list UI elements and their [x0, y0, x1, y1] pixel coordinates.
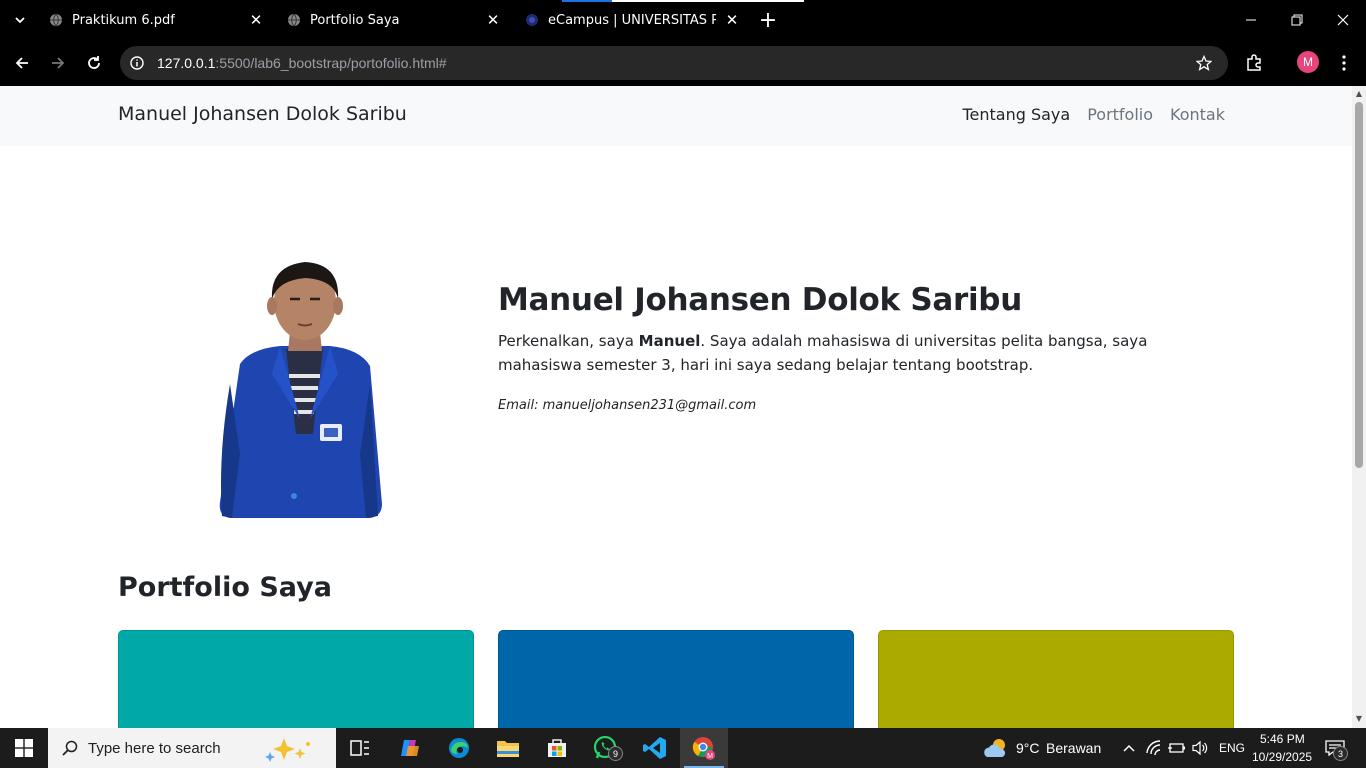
url-path: :5500/lab6_bootstrap/portofolio.html# [215, 55, 447, 71]
tab-search-chevron-icon[interactable] [8, 8, 32, 32]
whatsapp-unread-badge: 9 [608, 746, 623, 761]
tab-praktikum-pdf[interactable]: Praktikum 6.pdf ✕ [44, 0, 276, 40]
hero-intro-paragraph: Perkenalkan, saya Manuel. Saya adalah ma… [498, 329, 1198, 377]
close-window-button[interactable] [1320, 0, 1366, 40]
clock-date[interactable]: 10/29/2025 [1252, 750, 1312, 764]
portfolio-card-3[interactable] [878, 630, 1234, 728]
address-bar[interactable]: 127.0.0.1:5500/lab6_bootstrap/portofolio… [120, 46, 1228, 80]
profile-avatar[interactable]: M [1297, 51, 1319, 73]
windows-logo-icon [15, 739, 33, 757]
page-scrollbar[interactable]: ▲ ▼ [1352, 86, 1366, 728]
more-menu-icon[interactable] [1332, 51, 1356, 75]
minimize-button[interactable] [1228, 0, 1274, 40]
navbar-brand[interactable]: Manuel Johansen Dolok Saribu [118, 103, 407, 125]
profile-photo [219, 262, 382, 518]
taskbar-search-box[interactable]: Type here to search [48, 728, 336, 768]
chrome-app[interactable]: M [680, 728, 728, 768]
search-icon [62, 740, 78, 756]
windows-taskbar: Type here to search 9 M 9°C Berawan ENG … [0, 728, 1366, 768]
scroll-down-arrow-icon[interactable]: ▼ [1354, 714, 1364, 724]
ecampus-logo-icon [526, 14, 538, 26]
vscode-app[interactable] [631, 728, 679, 768]
portfolio-card-1[interactable] [118, 630, 474, 728]
browser-toolbar: 127.0.0.1:5500/lab6_bootstrap/portofolio… [0, 40, 1366, 86]
microsoft-store-app[interactable] [533, 728, 581, 768]
clock-time[interactable]: 5:46 PM [1260, 732, 1305, 746]
edge-icon [449, 738, 469, 758]
portfolio-section-title: Portfolio Saya [118, 572, 332, 603]
back-button[interactable] [10, 51, 34, 75]
copilot-sparkle-icon [265, 738, 310, 762]
task-view-button[interactable] [336, 728, 384, 768]
weather-widget[interactable]: 9°C Berawan [982, 728, 1102, 768]
folder-icon [497, 741, 519, 757]
close-tab-icon[interactable]: ✕ [484, 11, 502, 29]
store-icon [548, 739, 566, 757]
new-tab-button[interactable]: + [758, 0, 778, 40]
weather-temp: 9°C [1016, 740, 1040, 756]
vscode-icon [643, 737, 666, 759]
copilot-icon [401, 740, 419, 756]
intro-text-start: Perkenalkan, saya [498, 332, 639, 350]
file-explorer-app[interactable] [484, 728, 532, 768]
battery-icon[interactable] [1168, 741, 1186, 755]
edge-app[interactable] [435, 728, 483, 768]
hero-name-heading: Manuel Johansen Dolok Saribu [498, 282, 1022, 318]
wifi-icon[interactable] [1146, 740, 1162, 756]
close-tab-icon[interactable]: ✕ [723, 11, 741, 29]
globe-icon [288, 13, 300, 27]
hero-email: Email: manueljohansen231@gmail.com [498, 398, 757, 413]
chrome-icon: M [692, 737, 715, 760]
task-view-icon [350, 740, 369, 756]
weather-desc: Berawan [1046, 740, 1102, 756]
nav-links: Tentang Saya Portfolio Kontak [962, 105, 1225, 124]
close-tab-icon[interactable]: ✕ [247, 11, 265, 29]
web-page: Manuel Johansen Dolok Saribu Tentang Say… [0, 86, 1352, 728]
bookmark-star-icon[interactable] [1196, 55, 1212, 71]
tab-strip: Praktikum 6.pdf ✕ Portfolio Saya ✕ eCamp… [0, 0, 1366, 40]
tab-title: Praktikum 6.pdf [72, 12, 175, 28]
extensions-icon[interactable] [1242, 51, 1266, 75]
notification-count-badge: 3 [1333, 746, 1348, 761]
show-hidden-icons-chevron-icon[interactable] [1122, 742, 1136, 754]
globe-icon [50, 13, 62, 27]
intro-name-bold: Manuel [638, 332, 701, 350]
nav-link-kontak[interactable]: Kontak [1170, 105, 1225, 124]
tab-ecampus[interactable]: eCampus | UNIVERSITAS PELITA ✕ [520, 0, 750, 40]
tab-title: eCampus | UNIVERSITAS PELITA [548, 12, 716, 28]
start-button[interactable] [0, 728, 48, 768]
svg-text:M: M [707, 753, 713, 760]
tab-portfolio-saya[interactable]: Portfolio Saya ✕ [282, 0, 514, 40]
portfolio-card-2[interactable] [498, 630, 854, 728]
forward-button[interactable] [46, 51, 70, 75]
site-navbar: Manuel Johansen Dolok Saribu Tentang Say… [0, 86, 1352, 144]
search-placeholder: Type here to search [88, 740, 221, 757]
url-host: 127.0.0.1 [157, 55, 216, 71]
reload-button[interactable] [82, 51, 106, 75]
volume-icon[interactable] [1192, 740, 1208, 756]
cloudy-weather-icon [984, 739, 1006, 757]
whatsapp-app[interactable]: 9 [582, 728, 630, 768]
copilot-app[interactable] [386, 728, 434, 768]
plus-icon: + [758, 7, 778, 33]
url-text[interactable]: 127.0.0.1:5500/lab6_bootstrap/portofolio… [157, 55, 447, 71]
tab-title: Portfolio Saya [310, 12, 400, 28]
nav-link-portfolio[interactable]: Portfolio [1087, 105, 1153, 124]
scroll-up-arrow-icon[interactable]: ▲ [1354, 89, 1364, 99]
scrollbar-thumb[interactable] [1355, 102, 1363, 468]
nav-link-tentang-saya[interactable]: Tentang Saya [962, 105, 1070, 124]
restore-button[interactable] [1274, 0, 1320, 40]
notification-center-button[interactable]: 3 [1318, 728, 1366, 768]
language-indicator[interactable]: ENG [1219, 741, 1245, 755]
site-info-icon[interactable] [130, 56, 144, 70]
